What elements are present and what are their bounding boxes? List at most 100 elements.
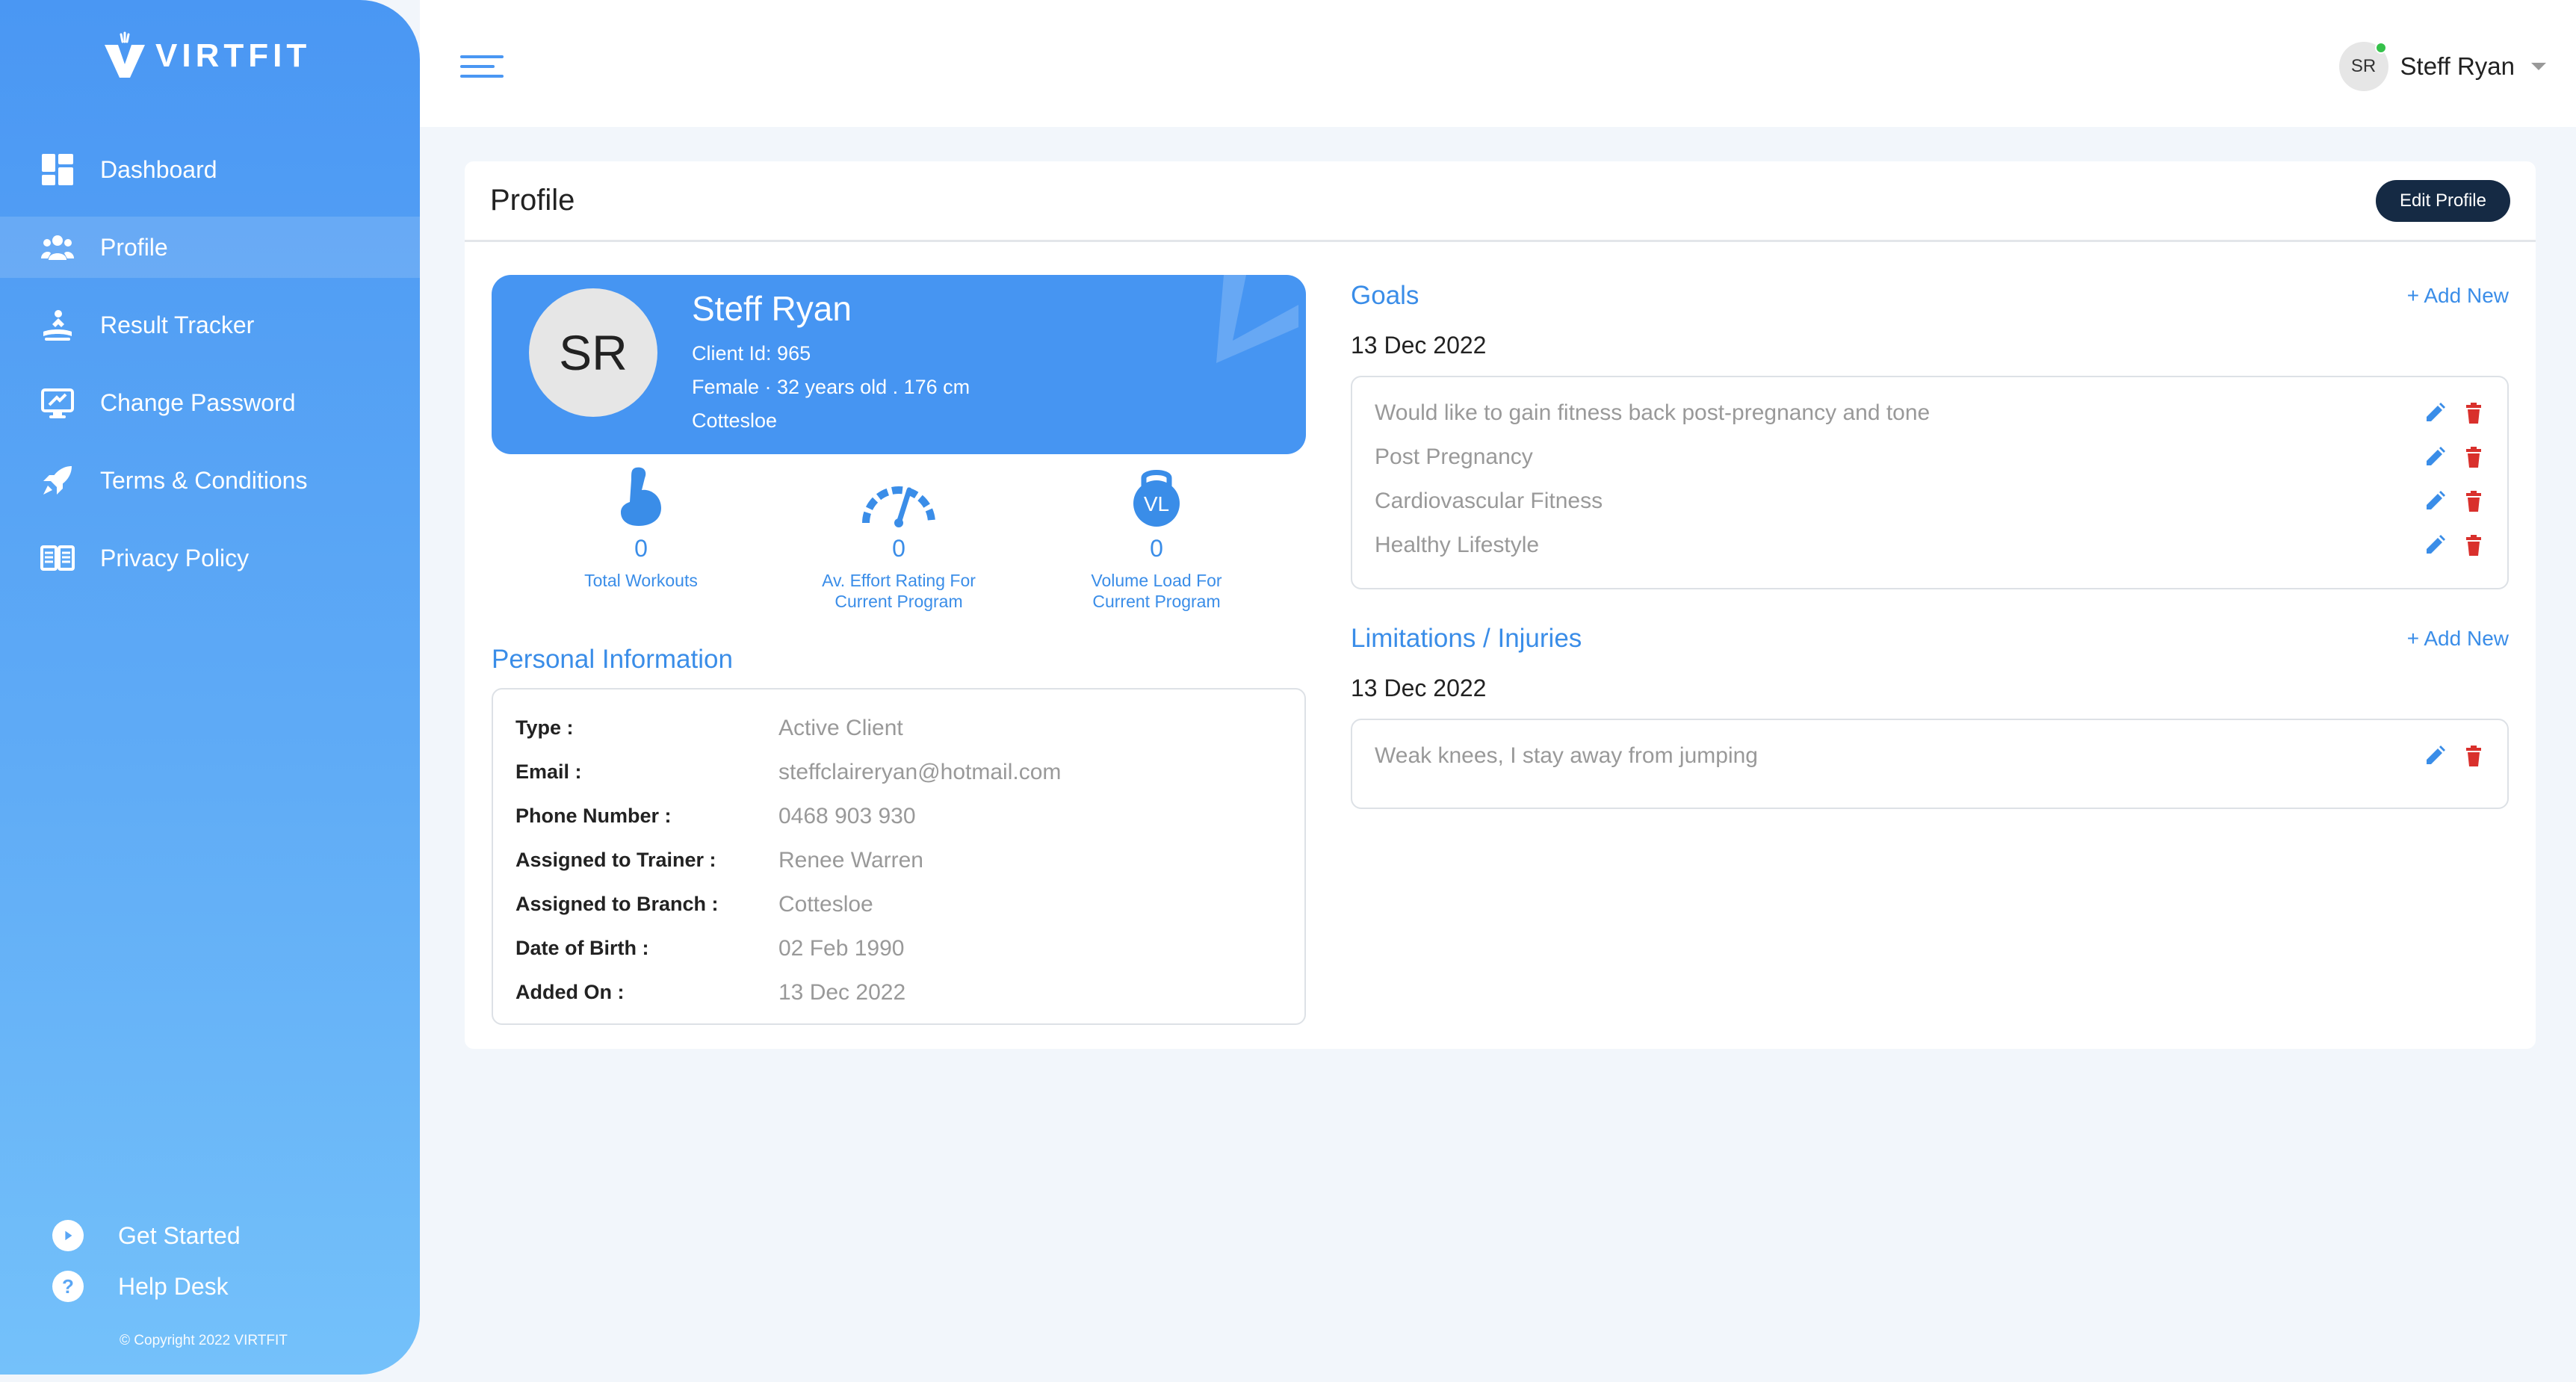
kettlebell-icon-text: VL: [1144, 492, 1169, 515]
profile-name: Steff Ryan: [692, 289, 852, 328]
goals-date: 13 Dec 2022: [1351, 332, 1487, 359]
stat-volume-load: VL 0 Volume Load For Current Program: [1044, 463, 1269, 612]
sidebar-item-result-tracker[interactable]: Result Tracker: [0, 294, 420, 356]
sidebar-item-label: Result Tracker: [100, 311, 255, 338]
sidebar-item-label: Profile: [100, 233, 168, 261]
info-row-type: Type : Active Client: [515, 706, 1282, 750]
users-icon: [41, 235, 74, 260]
stat-value: 0: [1150, 535, 1163, 562]
delete-icon[interactable]: [2462, 402, 2485, 424]
info-label: Phone Number :: [515, 805, 672, 827]
profile-location: Cottesloe: [692, 409, 778, 432]
edit-icon[interactable]: [2424, 490, 2446, 512]
info-value: Renee Warren: [778, 847, 923, 873]
client-id: Client Id: 965: [692, 342, 811, 365]
stat-label: Av. Effort Rating For Current Program: [822, 571, 976, 611]
menu-toggle-icon[interactable]: [460, 55, 504, 79]
profile-right-column: Goals + Add New 13 Dec 2022 Would like t…: [1351, 275, 2509, 809]
add-limitation-button[interactable]: + Add New: [2407, 627, 2509, 651]
chevron-down-icon[interactable]: [2531, 63, 2546, 70]
profile-card: Profile Edit Profile SR Steff Ryan Clien…: [465, 161, 2536, 1049]
kettlebell-icon: VL: [1133, 470, 1180, 527]
list-item: Cardiovascular Fitness: [1375, 479, 2485, 523]
stat-effort-rating: 0 Av. Effort Rating For Current Program: [787, 463, 1011, 612]
personal-info-title: Personal Information: [492, 645, 733, 674]
sidebar-item-privacy-policy[interactable]: Privacy Policy: [0, 527, 420, 589]
sidebar-item-label: Privacy Policy: [100, 544, 250, 571]
top-bar: SR Steff Ryan: [420, 0, 2576, 127]
profile-hero: SR Steff Ryan Client Id: 965 Female · 32…: [492, 275, 1306, 454]
get-started-link[interactable]: Get Started: [52, 1218, 241, 1254]
page-title: Profile: [490, 184, 575, 217]
profile-initials: SR: [559, 325, 628, 380]
edit-icon[interactable]: [2424, 745, 2446, 767]
brand-logo[interactable]: VIRTFIT: [102, 31, 311, 81]
avatar-initials: SR: [2350, 56, 2377, 76]
limitations-header: Limitations / Injuries + Add New: [1351, 618, 2509, 660]
help-desk-link[interactable]: ? Help Desk: [52, 1268, 241, 1304]
limitations-list: Weak knees, I stay away from jumping: [1351, 719, 2509, 809]
info-label: Date of Birth :: [515, 937, 649, 959]
edit-icon[interactable]: [2424, 446, 2446, 468]
profile-stats: 0 Total Workouts 0 Av. Effort Rating For…: [492, 463, 1306, 612]
profile-left-column: SR Steff Ryan Client Id: 965 Female · 32…: [492, 275, 1306, 1025]
goals-header: Goals + Add New: [1351, 275, 2509, 317]
sidebar-item-change-password[interactable]: Change Password: [0, 372, 420, 433]
profile-details: Female · 32 years old . 176 cm: [692, 376, 970, 398]
edit-profile-button[interactable]: Edit Profile: [2375, 179, 2510, 222]
delete-icon[interactable]: [2462, 446, 2485, 468]
goal-text: Would like to gain fitness back post-pre…: [1375, 400, 1931, 425]
edit-icon[interactable]: [2424, 402, 2446, 424]
dashboard-icon: [42, 154, 73, 185]
help-desk-label: Help Desk: [118, 1272, 229, 1300]
sidebar-item-label: Change Password: [100, 388, 296, 416]
sidebar-item-dashboard[interactable]: Dashboard: [0, 139, 420, 200]
profile-info: Steff Ryan Client Id: 965 Female · 32 ye…: [692, 288, 970, 443]
virtfit-logo-icon: [105, 31, 145, 78]
user-menu[interactable]: SR Steff Ryan: [2338, 42, 2546, 91]
sidebar-item-terms[interactable]: Terms & Conditions: [0, 450, 420, 511]
stat-label: Total Workouts: [584, 571, 698, 590]
info-value: 02 Feb 1990: [778, 935, 905, 961]
sidebar: VIRTFIT Dashboard Profile Result Tracker…: [0, 0, 420, 1375]
info-row-dob: Date of Birth : 02 Feb 1990: [515, 926, 1282, 970]
book-icon: [40, 545, 75, 571]
info-label: Type :: [515, 716, 574, 739]
goal-text: Cardiovascular Fitness: [1375, 488, 1603, 513]
add-goal-button[interactable]: + Add New: [2407, 284, 2509, 308]
help-icon: ?: [52, 1271, 84, 1302]
sidebar-item-profile[interactable]: Profile: [0, 217, 420, 278]
limitations-date: 13 Dec 2022: [1351, 675, 1487, 701]
sidebar-nav: Dashboard Profile Result Tracker Change …: [0, 139, 420, 605]
limitations-title: Limitations / Injuries: [1351, 624, 1582, 653]
delete-icon[interactable]: [2462, 745, 2485, 767]
delete-icon[interactable]: [2462, 490, 2485, 512]
info-row-email: Email : steffclaireryan@hotmail.com: [515, 750, 1282, 794]
rocket-icon: [43, 466, 72, 495]
info-value: Active Client: [778, 715, 903, 740]
edit-icon[interactable]: [2424, 534, 2446, 557]
stat-value: 0: [634, 535, 648, 562]
online-status-icon: [2374, 42, 2387, 54]
sidebar-item-label: Terms & Conditions: [100, 466, 308, 494]
info-row-trainer: Assigned to Trainer : Renee Warren: [515, 838, 1282, 882]
info-value: 0468 903 930: [778, 803, 916, 828]
sidebar-bottom-links: Get Started ? Help Desk: [52, 1218, 241, 1319]
limitation-text: Weak knees, I stay away from jumping: [1375, 743, 1758, 768]
info-value: Cottesloe: [778, 891, 873, 917]
play-icon: [52, 1220, 84, 1251]
list-item: Post Pregnancy: [1375, 435, 2485, 479]
bicep-icon: [621, 467, 661, 526]
info-value: steffclaireryan@hotmail.com: [778, 759, 1062, 784]
monitor-lock-icon: [41, 388, 74, 418]
info-row-phone: Phone Number : 0468 903 930: [515, 794, 1282, 838]
get-started-label: Get Started: [118, 1221, 241, 1249]
goal-text: Healthy Lifestyle: [1375, 532, 1540, 557]
info-label: Assigned to Trainer :: [515, 849, 716, 871]
info-label: Email :: [515, 760, 582, 783]
delete-icon[interactable]: [2462, 534, 2485, 557]
list-item: Would like to gain fitness back post-pre…: [1375, 391, 2485, 435]
decorative-v-icon: [1216, 275, 1298, 363]
profile-avatar: SR: [529, 288, 657, 417]
result-tracker-icon: [43, 310, 72, 341]
